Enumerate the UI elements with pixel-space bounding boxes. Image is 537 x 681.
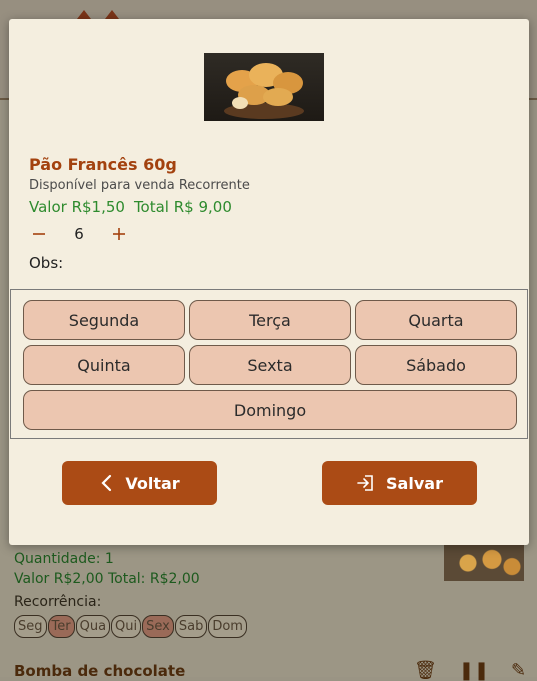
- bg-day-chip: Seg: [14, 615, 47, 638]
- pause-icon: ❚❚: [458, 660, 490, 681]
- chevron-left-icon: [99, 474, 115, 492]
- decrease-quantity-button[interactable]: [29, 224, 49, 244]
- bg-day-chip: Sab: [174, 615, 208, 638]
- login-icon: [356, 473, 376, 493]
- product-name: Pão Francês 60g: [29, 155, 177, 174]
- edit-icon: ✎: [511, 660, 527, 681]
- day-button-domingo[interactable]: Domingo: [23, 390, 517, 430]
- back-button-label: Voltar: [125, 473, 180, 493]
- plus-icon: [113, 228, 125, 240]
- save-button-label: Salvar: [386, 473, 443, 493]
- bg-recurrence-label: Recorrência:: [14, 594, 102, 610]
- day-button-quinta[interactable]: Quinta: [23, 345, 185, 385]
- product-image: [204, 53, 324, 121]
- bg-item-actions: 🗑 ❚❚ ✎: [414, 660, 526, 681]
- day-button-quarta[interactable]: Quarta: [355, 300, 517, 340]
- minus-icon: [33, 233, 45, 235]
- bg-next-item-title: Bomba de chocolate: [14, 662, 186, 680]
- day-button-sabado[interactable]: Sábado: [355, 345, 517, 385]
- bg-day-chips: Seg Ter Qua Qui Sex Sab Dom: [14, 615, 247, 638]
- product-prices: Valor R$1,50 Total R$ 9,00: [29, 198, 232, 216]
- trash-icon: 🗑: [414, 660, 437, 681]
- bg-day-chip: Sex: [142, 615, 174, 638]
- total-price: Total R$ 9,00: [133, 198, 232, 216]
- day-button-segunda[interactable]: Segunda: [23, 300, 185, 340]
- obs-label: Obs:: [29, 254, 64, 272]
- quantity-value: 6: [74, 225, 84, 243]
- increase-quantity-button[interactable]: [109, 224, 129, 244]
- day-button-terca[interactable]: Terça: [189, 300, 351, 340]
- day-button-sexta[interactable]: Sexta: [189, 345, 351, 385]
- bg-day-chip: Qua: [75, 615, 111, 638]
- bg-day-chip: Dom: [208, 615, 247, 638]
- unit-price: Valor R$1,50: [29, 198, 125, 216]
- bg-day-chip: Qui: [111, 615, 142, 638]
- bg-day-chip: Ter: [47, 615, 75, 638]
- bg-product-thumbnail: [444, 545, 524, 581]
- product-availability: Disponível para venda Recorrente: [29, 178, 250, 193]
- weekday-selector: Segunda Terça Quarta Quinta Sexta Sábado…: [10, 289, 528, 439]
- save-button[interactable]: Salvar: [322, 461, 477, 505]
- back-button[interactable]: Voltar: [62, 461, 217, 505]
- edit-item-modal: Pão Francês 60g Disponível para venda Re…: [9, 19, 529, 545]
- quantity-stepper: 6: [29, 224, 129, 244]
- bg-price: Valor R$2,00 Total: R$2,00: [14, 571, 200, 587]
- bg-quantity: Quantidade: 1: [14, 551, 114, 567]
